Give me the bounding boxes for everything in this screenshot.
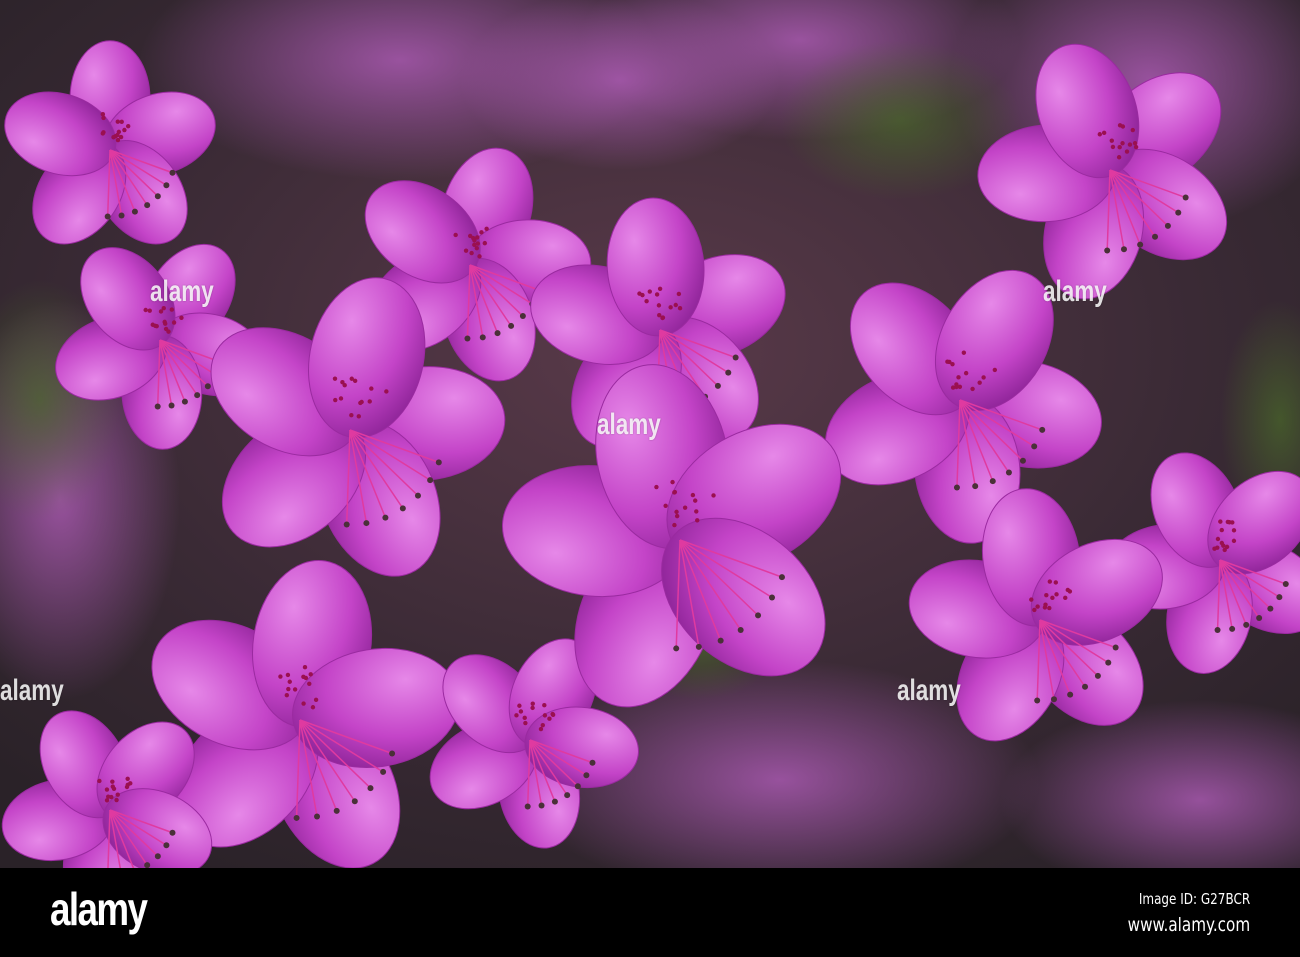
image-id: Image ID: G27BCR [1139,890,1250,908]
footer-bar: alamy Image ID: G27BCR www.alamy.com [0,868,1300,957]
stock-photo: alamy alamy alamy alamy alamy alamy Imag… [0,0,1300,957]
website-link: www.alamy.com [1127,914,1250,936]
watermark-overlay: alamy [1043,275,1107,309]
watermark-overlay: alamy [0,674,64,708]
watermark-overlay: alamy [597,408,661,442]
alamy-logo: alamy [50,882,146,936]
watermark-overlay: alamy [897,674,961,708]
watermark-overlay: alamy [150,275,214,309]
